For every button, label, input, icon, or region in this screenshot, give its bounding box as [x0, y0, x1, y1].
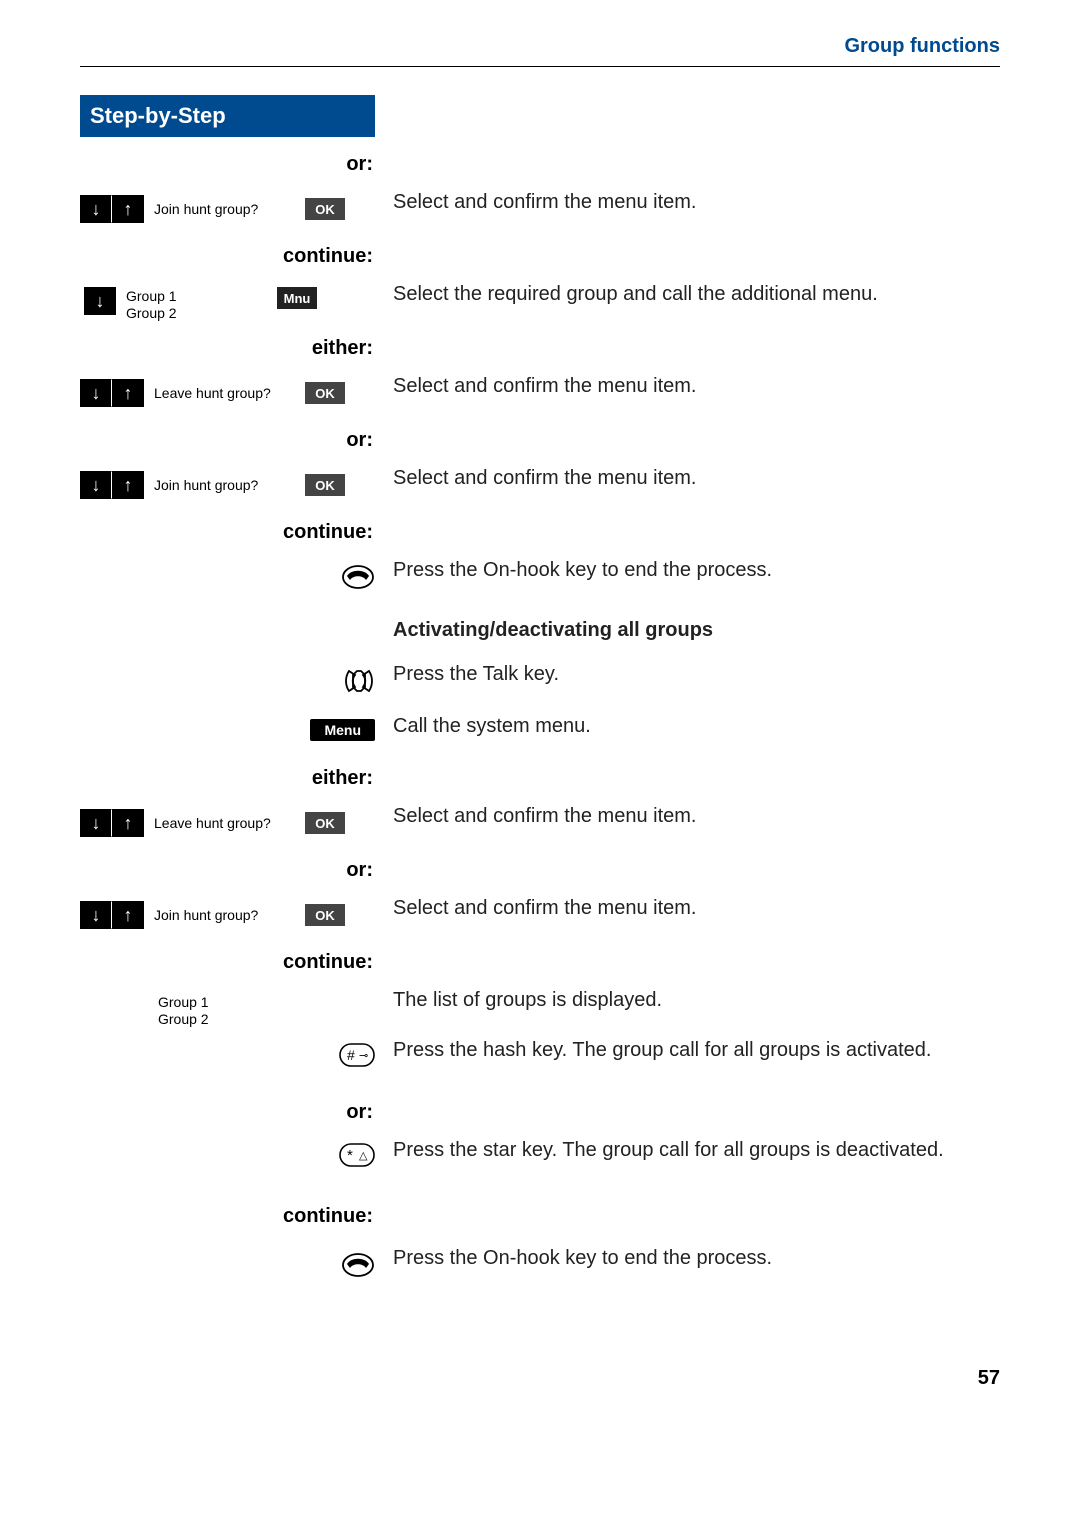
section-title: Group functions: [844, 35, 1000, 57]
label-continue: continue:: [80, 1205, 375, 1227]
hash-key-icon[interactable]: # ⊸: [339, 1043, 375, 1072]
on-hook-key-icon[interactable]: [341, 1251, 375, 1284]
menu-button[interactable]: Menu: [310, 719, 375, 741]
instruction-text: Select and confirm the menu item.: [393, 189, 696, 216]
svg-text:*: *: [347, 1147, 353, 1164]
instruction-text: Call the system menu.: [393, 713, 591, 740]
step-by-step-header: Step-by-Step: [80, 95, 375, 137]
section-header: Group functions: [80, 35, 1000, 67]
ok-button[interactable]: OK: [305, 382, 345, 404]
arrow-down-icon[interactable]: ↓: [80, 471, 112, 499]
label-or: or:: [80, 429, 375, 451]
group-list: Group 1 Group 2: [158, 993, 303, 1028]
instruction-text: Select and confirm the menu item.: [393, 373, 696, 400]
left-column: Step-by-Step or: ↓ ↑ Join hunt group? OK: [80, 95, 375, 1307]
label-either: either:: [80, 767, 375, 789]
page-number: 57: [80, 1367, 1000, 1390]
instruction-text: Select and confirm the menu item.: [393, 465, 696, 492]
instruction-text: Press the Talk key.: [393, 661, 559, 688]
arrow-down-icon[interactable]: ↓: [80, 901, 112, 929]
instruction-text: Select and confirm the menu item.: [393, 803, 696, 830]
svg-text:#: #: [347, 1047, 355, 1063]
label-or: or:: [80, 859, 375, 881]
instruction-text: Press the On-hook key to end the process…: [393, 557, 772, 584]
nav-arrows[interactable]: ↓ ↑: [80, 195, 146, 223]
menu-item-join: Join hunt group?: [154, 476, 299, 493]
nav-arrows[interactable]: ↓ ↑: [80, 809, 146, 837]
svg-text:⊸: ⊸: [359, 1050, 368, 1062]
arrow-up-icon[interactable]: ↑: [112, 471, 144, 499]
menu-item-join: Join hunt group?: [154, 906, 299, 923]
group-list: Group 1 Group 2: [126, 287, 271, 322]
nav-arrows[interactable]: ↓ ↑: [80, 471, 146, 499]
instruction-text: Select the required group and call the a…: [393, 281, 878, 308]
star-key-icon[interactable]: * △: [339, 1143, 375, 1172]
nav-arrows[interactable]: ↓ ↑: [80, 901, 146, 929]
instruction-text: Select and confirm the menu item.: [393, 895, 696, 922]
label-or: or:: [80, 153, 375, 175]
label-continue: continue:: [80, 951, 375, 973]
arrow-down-icon[interactable]: ↓: [80, 809, 112, 837]
arrow-down-icon[interactable]: ↓: [84, 287, 116, 315]
right-column: Select and confirm the menu item. Select…: [375, 95, 1000, 1301]
mnu-button[interactable]: Mnu: [277, 287, 317, 309]
ok-button[interactable]: OK: [305, 904, 345, 926]
ok-button[interactable]: OK: [305, 474, 345, 496]
arrow-down-icon[interactable]: ↓: [80, 195, 112, 223]
instruction-text: Press the star key. The group call for a…: [393, 1137, 944, 1164]
talk-key-icon[interactable]: [343, 667, 375, 700]
instruction-text: Press the On-hook key to end the process…: [393, 1245, 772, 1272]
menu-item-join: Join hunt group?: [154, 200, 299, 217]
menu-item-leave: Leave hunt group?: [154, 814, 299, 831]
ok-button[interactable]: OK: [305, 812, 345, 834]
instruction-text: The list of groups is displayed.: [393, 987, 662, 1014]
menu-item-leave: Leave hunt group?: [154, 384, 299, 401]
arrow-up-icon[interactable]: ↑: [112, 379, 144, 407]
ok-button[interactable]: OK: [305, 198, 345, 220]
arrow-down-icon[interactable]: ↓: [80, 379, 112, 407]
subheading: Activating/deactivating all groups: [393, 617, 713, 644]
arrow-up-icon[interactable]: ↑: [112, 809, 144, 837]
svg-text:△: △: [359, 1150, 368, 1162]
label-continue: continue:: [80, 245, 375, 267]
on-hook-key-icon[interactable]: [341, 563, 375, 596]
nav-arrows[interactable]: ↓ ↑: [80, 379, 146, 407]
label-or: or:: [80, 1101, 375, 1123]
arrow-up-icon[interactable]: ↑: [112, 195, 144, 223]
arrow-up-icon[interactable]: ↑: [112, 901, 144, 929]
instruction-text: Press the hash key. The group call for a…: [393, 1037, 931, 1064]
label-either: either:: [80, 337, 375, 359]
label-continue: continue:: [80, 521, 375, 543]
